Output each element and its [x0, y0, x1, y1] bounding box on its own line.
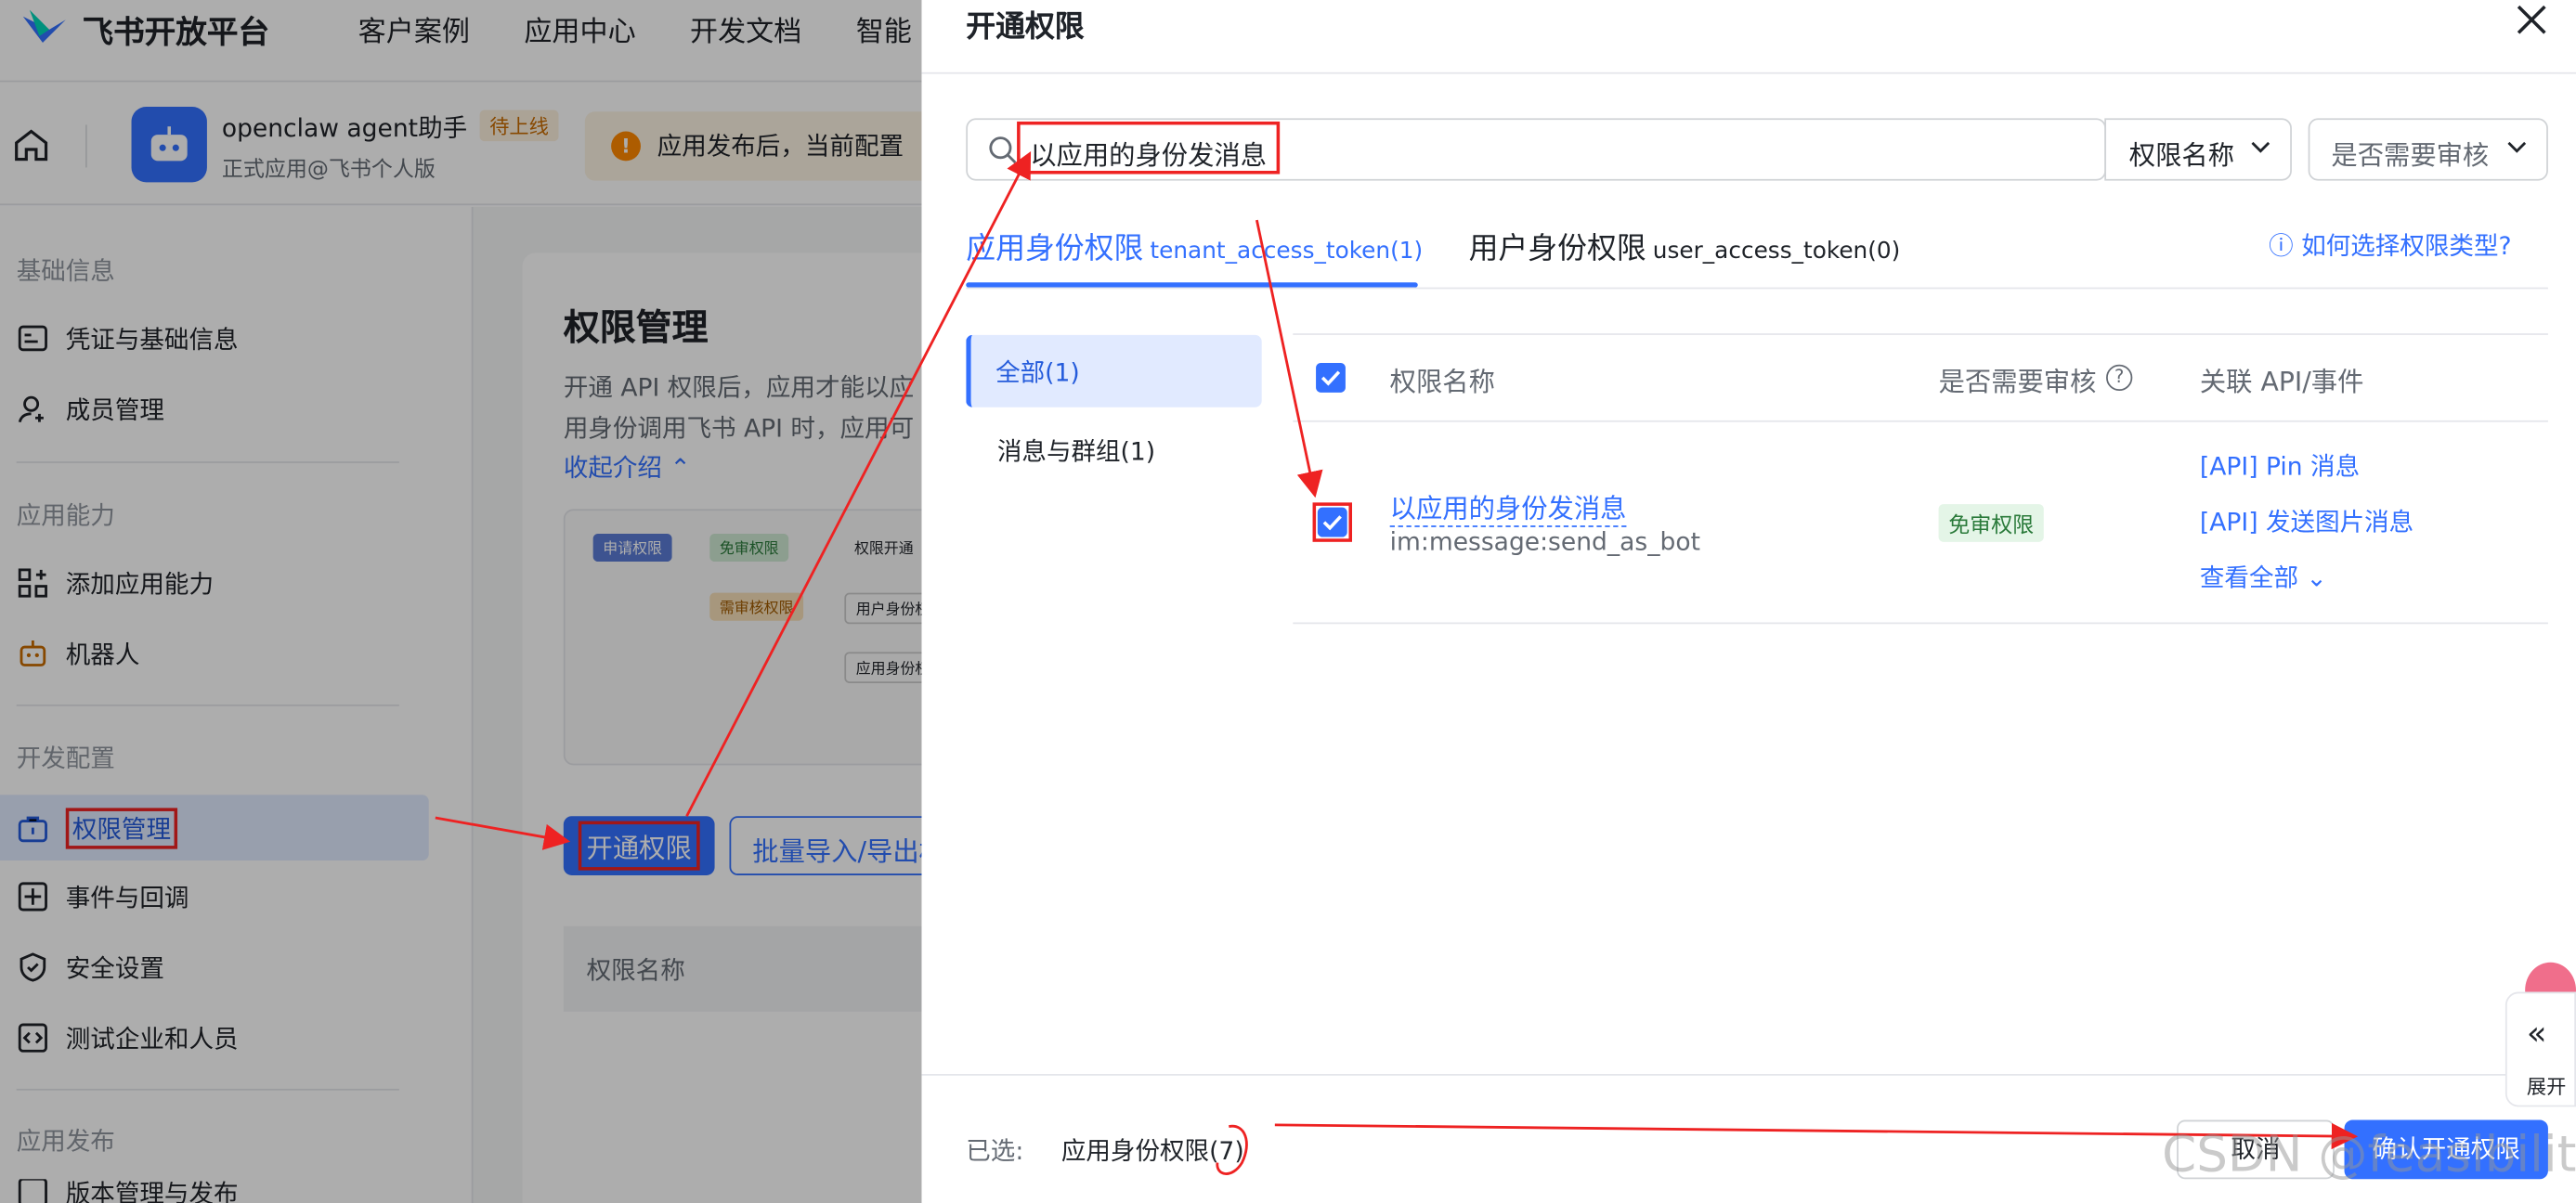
api-link-pin-message[interactable]: [API] Pin 消息: [2200, 448, 2360, 483]
search-field-select[interactable]: 权限名称: [2104, 118, 2292, 181]
view-all-label: 查看全部: [2199, 563, 2299, 593]
review-badge: 免审权限: [1938, 504, 2044, 542]
category-all[interactable]: 全部(1): [966, 334, 1262, 407]
help-link-text: 如何选择权限类型?: [2301, 231, 2512, 262]
search-input[interactable]: 以应用的身份发消息: [966, 118, 2107, 181]
help-icon[interactable]: ?: [2106, 364, 2133, 392]
view-all-link[interactable]: 查看全部 ⌄: [2200, 560, 2327, 594]
help-circle-icon: ⓘ: [2269, 231, 2294, 262]
tab-label: 用户身份权限: [1468, 231, 1646, 266]
selected-value: 应用身份权限(7): [1060, 1136, 1244, 1167]
divider: [1293, 622, 2548, 625]
row-checkbox[interactable]: [1317, 507, 1347, 537]
chevron-down-icon: ⌄: [2306, 563, 2327, 593]
search-value: 以应用的身份发消息: [1017, 121, 1281, 175]
search-field-value: 权限名称: [2128, 139, 2235, 171]
column-header-name: 权限名称: [1389, 366, 1495, 398]
permission-code: im:message:send_as_bot: [1389, 526, 1700, 557]
chevron-down-icon: [2251, 141, 2270, 153]
review-filter-placeholder: 是否需要审核: [2331, 139, 2490, 171]
checkmark-icon: [1322, 515, 1342, 531]
divider: [1293, 420, 2548, 422]
divider: [921, 1074, 2576, 1076]
expand-label: 展开: [2526, 1075, 2567, 1099]
divider: [1293, 333, 2548, 335]
tab-tenant-permissions[interactable]: 应用身份权限 tenant_access_token(1): [966, 225, 1423, 267]
expand-panel-button[interactable]: « 展开: [2504, 991, 2576, 1107]
column-header-review: 是否需要审核: [1938, 366, 2097, 398]
category-message-group[interactable]: 消息与群组(1): [997, 433, 1155, 468]
close-icon[interactable]: [2512, 0, 2551, 39]
drawer-title: 开通权限: [966, 9, 1085, 45]
selected-label: 已选:: [966, 1136, 1024, 1167]
api-link-send-image[interactable]: [API] 发送图片消息: [2200, 504, 2413, 538]
tab-user-permissions[interactable]: 用户身份权限 user_access_token(0): [1469, 225, 1901, 267]
select-all-checkbox[interactable]: [1316, 362, 1346, 393]
permission-name-link[interactable]: 以应用的身份发消息: [1389, 486, 1627, 527]
divider: [966, 287, 2548, 290]
tab-token: tenant_access_token(1): [1150, 238, 1424, 265]
how-to-choose-link[interactable]: ⓘ 如何选择权限类型?: [2269, 228, 2511, 263]
divider: [921, 71, 2576, 74]
column-header-api: 关联 API/事件: [2199, 366, 2364, 398]
tab-label: 应用身份权限: [966, 231, 1144, 266]
tab-token: user_access_token(0): [1652, 238, 1901, 265]
open-permission-drawer: 开通权限 以应用的身份发消息 权限名称 是否需要审核 应用身份权限 tenant_…: [921, 0, 2576, 1203]
chevron-down-icon: [2507, 141, 2527, 153]
modal-overlay[interactable]: [0, 0, 922, 1203]
review-filter-select[interactable]: 是否需要审核: [2308, 118, 2548, 181]
checkmark-icon: [1321, 370, 1341, 386]
search-icon: [989, 136, 1017, 164]
watermark: CSDN @feasibility.: [2162, 1126, 2576, 1184]
double-chevron-left-icon: «: [2526, 1013, 2547, 1054]
